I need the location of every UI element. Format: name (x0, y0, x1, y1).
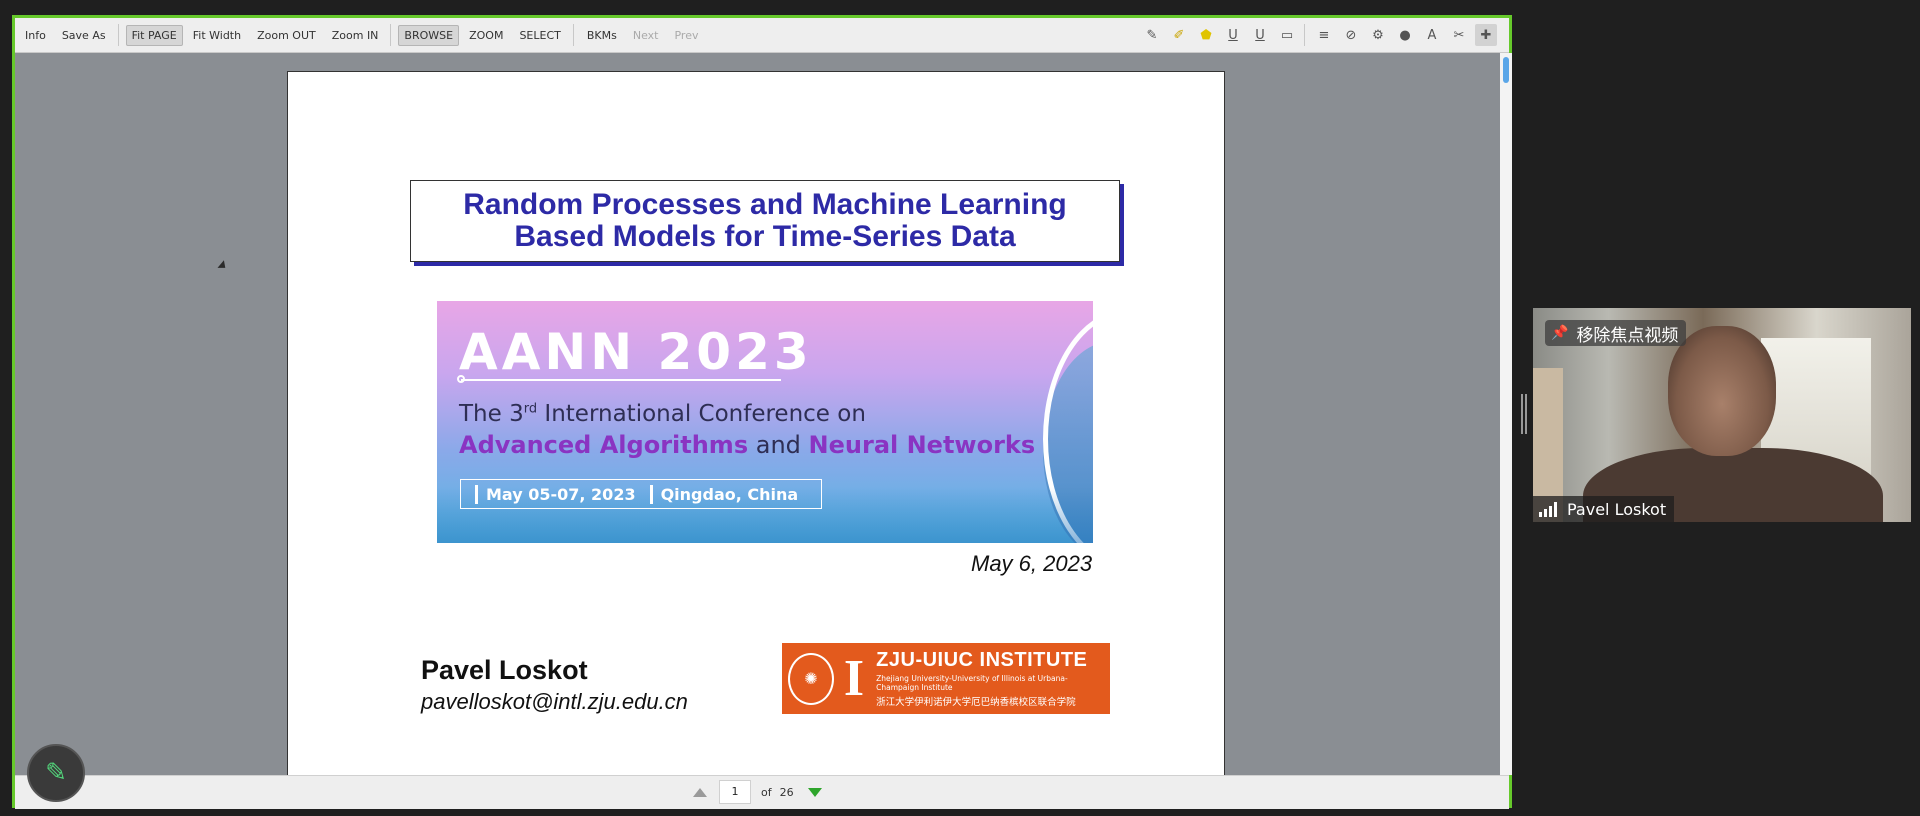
prev-button[interactable]: Prev (668, 25, 704, 46)
slide-title-box: Random Processes and Machine Learning Ba… (410, 180, 1120, 262)
no-pen-icon[interactable]: ⊘ (1340, 24, 1362, 46)
pencil-icon[interactable]: ✐ (1168, 24, 1190, 46)
wrench-icon[interactable]: ✂ (1448, 24, 1470, 46)
banner-sub-prefix: The 3 (459, 401, 524, 427)
institute-text: ZJU-UIUC INSTITUTE Zhejiang University-U… (876, 649, 1110, 708)
fit-page-button[interactable]: Fit PAGE (125, 24, 183, 46)
author-email: pavelloskot@intl.zju.edu.cn (421, 689, 688, 714)
banner-place: Qingdao, China (649, 484, 798, 504)
pdf-toolbar: Info Save As Fit PAGE Fit Width Zoom OUT… (15, 18, 1509, 53)
institute-chinese-name: 浙江大学伊利诺伊大学厄巴纳香槟校区联合学院 (876, 697, 1076, 708)
select-mode-button[interactable]: SELECT (513, 25, 566, 46)
page-nav: 1 of 26 (693, 780, 822, 804)
remove-spotlight-label: 移除焦点视频 (1576, 325, 1679, 346)
pin-icon[interactable]: ✚ (1475, 24, 1497, 46)
author-name: Pavel Loskot (421, 655, 588, 685)
menu-icon[interactable]: ≡ (1313, 24, 1335, 46)
university-seal-icon: ✺ (788, 652, 834, 705)
page-navigation-bar: 1 of 26 (15, 775, 1509, 809)
screen-share-frame: Info Save As Fit PAGE Fit Width Zoom OUT… (12, 15, 1512, 809)
participant-video[interactable]: 📌 移除焦点视频 Pavel Loskot (1533, 308, 1911, 522)
banner-title: AANN 2023 (459, 323, 813, 381)
toolbar-divider (117, 24, 119, 46)
panel-resize-handle[interactable] (1521, 394, 1527, 434)
slide-date: May 6, 2023 (971, 551, 1093, 576)
banner-topic-a: Advanced Algorithms (459, 431, 749, 459)
participant-head (1668, 326, 1776, 456)
highlighter-icon[interactable]: ⬟ (1195, 24, 1217, 46)
ink-drop-icon[interactable]: ● (1394, 24, 1416, 46)
pen-icon: ✎ (45, 758, 67, 788)
illinois-i-logo: I (843, 649, 865, 707)
zoom-in-button[interactable]: Zoom IN (326, 25, 385, 46)
next-page-arrow-icon[interactable] (807, 787, 822, 797)
banner-subtitle: The 3rd International Conference on (459, 401, 866, 427)
signal-strength-icon (1539, 501, 1559, 517)
institute-logo: ✺ I ZJU-UIUC INSTITUTE Zhejiang Universi… (782, 643, 1110, 714)
save-as-button[interactable]: Save As (56, 25, 112, 46)
annotate-pen-button[interactable]: ✎ (27, 744, 85, 802)
toolbar-divider (390, 24, 392, 46)
participant-name: Pavel Loskot (1567, 499, 1667, 519)
institute-name: ZJU-UIUC INSTITUTE (876, 649, 1088, 671)
scrollbar-thumb[interactable] (1503, 57, 1509, 83)
bookmarks-button[interactable]: BKMs (581, 25, 623, 46)
slide-title-line-2: Based Models for Time-Series Data (514, 220, 1016, 253)
pdf-page: Random Processes and Machine Learning Ba… (287, 71, 1225, 775)
page-of-label: of (761, 785, 772, 799)
underline-icon[interactable]: U (1222, 24, 1244, 46)
remove-spotlight-button[interactable]: 📌 移除焦点视频 (1545, 320, 1687, 346)
banner-sub-sup: rd (523, 401, 538, 417)
banner-date: May 05-07, 2023 (475, 484, 636, 504)
settings-icon[interactable]: ⚙ (1367, 24, 1389, 46)
banner-topic-and: and (748, 431, 809, 459)
total-pages: 26 (779, 785, 794, 799)
conference-banner: AANN 2023 The 3rd International Conferen… (437, 301, 1093, 543)
banner-topic: Advanced Algorithms and Neural Networks (459, 431, 1035, 459)
toolbar-divider (1304, 24, 1305, 46)
document-viewer[interactable]: Random Processes and Machine Learning Ba… (15, 53, 1500, 775)
zoom-out-button[interactable]: Zoom OUT (251, 25, 322, 46)
previous-page-arrow-icon[interactable] (693, 787, 707, 797)
browse-mode-button[interactable]: BROWSE (398, 24, 460, 46)
fit-width-button[interactable]: Fit Width (187, 25, 247, 46)
annotation-tools: ✎ ✐ ⬟ U U ▭ ≡ ⊘ ⚙ ● A ✂ ✚ (1136, 18, 1497, 52)
institute-subtitle: Zhejiang University-University of Illino… (876, 674, 1068, 692)
pin-icon: 📌 (1551, 325, 1569, 341)
mouse-cursor-icon (217, 260, 229, 272)
pen-icon[interactable]: ✎ (1141, 24, 1163, 46)
slide-title-line-1: Random Processes and Machine Learning (463, 188, 1067, 221)
next-button[interactable]: Next (627, 25, 665, 46)
info-button[interactable]: Info (19, 25, 52, 46)
comment-icon[interactable]: ▭ (1276, 24, 1298, 46)
zoom-mode-button[interactable]: ZOOM (463, 25, 509, 46)
banner-date-place: May 05-07, 2023 Qingdao, China (460, 479, 822, 509)
banner-topic-b: Neural Networks (808, 431, 1036, 459)
participant-name-tag: Pavel Loskot (1533, 496, 1675, 522)
banner-sub-rest: International Conference on (537, 401, 866, 427)
font-size-icon[interactable]: A (1421, 24, 1443, 46)
strikeout-icon[interactable]: U (1249, 24, 1271, 46)
toolbar-divider (572, 24, 574, 46)
vertical-scrollbar[interactable] (1500, 53, 1512, 775)
banner-rule (461, 379, 781, 381)
page-number-input[interactable]: 1 (719, 780, 751, 804)
